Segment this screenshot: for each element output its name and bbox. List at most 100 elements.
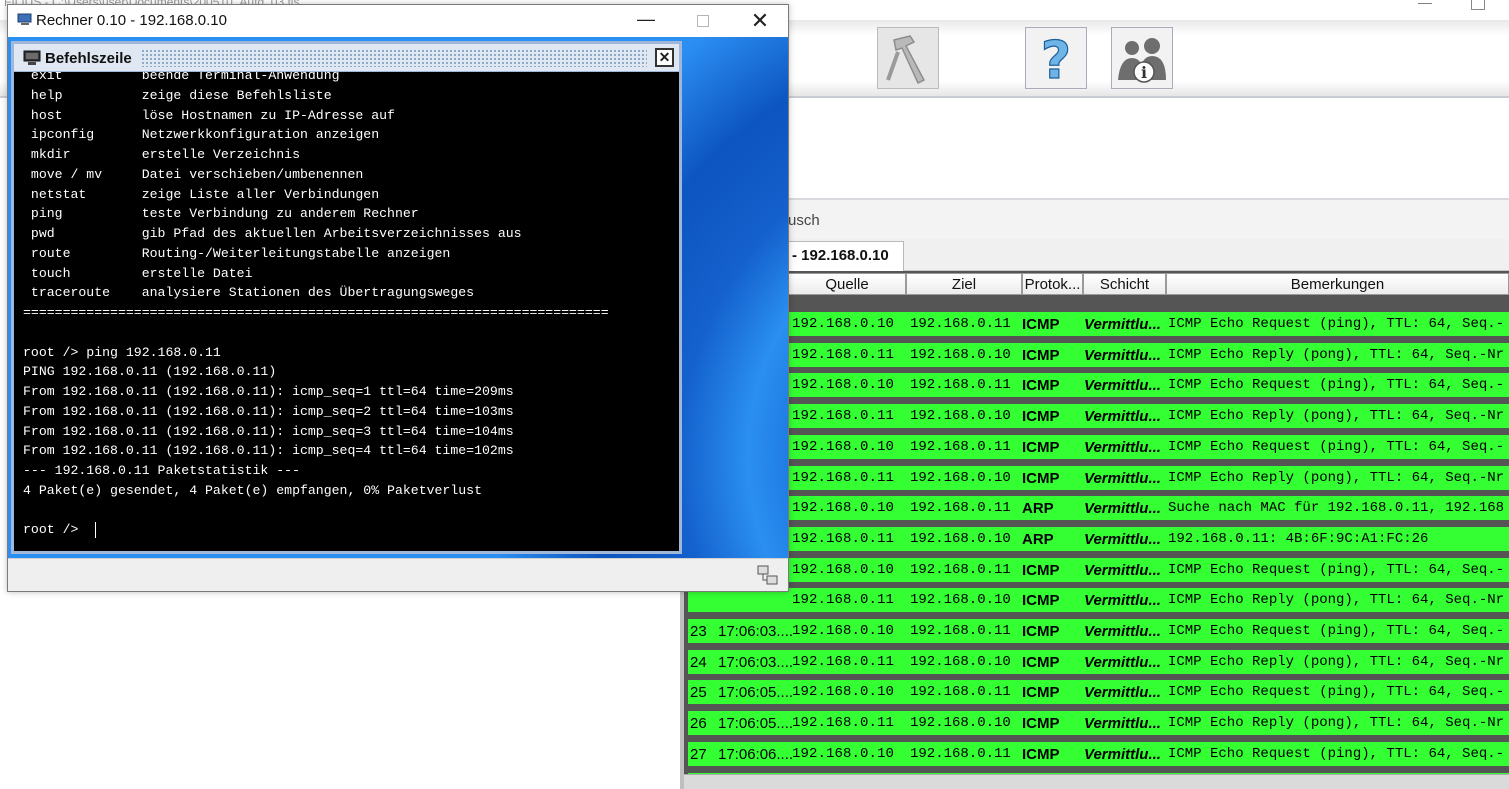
row-source: 192.168.0.11 bbox=[792, 346, 895, 363]
table-row[interactable]: 192.168.0.10 192.168.0.11 ICMP Vermittlu...… bbox=[688, 312, 1509, 336]
column-header-source[interactable]: Quelle bbox=[788, 273, 906, 295]
row-protocol: ICMP bbox=[1022, 438, 1060, 456]
row-destination: 192.168.0.11 bbox=[910, 561, 1011, 578]
table-scrollbar[interactable] bbox=[684, 774, 1509, 789]
row-number: 24 bbox=[690, 653, 707, 671]
row-layer: Vermittlu... bbox=[1084, 715, 1161, 733]
info-icon[interactable]: i bbox=[1111, 27, 1173, 89]
row-protocol: ICMP bbox=[1022, 653, 1060, 671]
prompt-text: root /> bbox=[23, 522, 87, 537]
row-source: 192.168.0.11 bbox=[792, 530, 895, 547]
column-header-destination[interactable]: Ziel bbox=[906, 273, 1022, 295]
table-row[interactable]: 192.168.0.10 192.168.0.11 ARP Vermittlu... S… bbox=[688, 496, 1509, 521]
row-source: 192.168.0.11 bbox=[792, 653, 895, 670]
tab-192-168-0-10[interactable]: - 192.168.0.10 bbox=[788, 241, 904, 271]
terminal-prompt[interactable]: root /> bbox=[23, 522, 86, 538]
row-source: 192.168.0.10 bbox=[792, 438, 895, 455]
row-destination: 192.168.0.11 bbox=[910, 316, 1011, 332]
terminal-line: ========================================… bbox=[23, 305, 609, 320]
table-row[interactable]: 192.168.0.11 192.168.0.10 ICMP Vermittlu...… bbox=[688, 588, 1509, 613]
terminal-line: ping teste Verbindung zu anderem Rechner bbox=[23, 206, 419, 222]
terminal-line: netstat zeige Liste aller Verbindungen bbox=[23, 186, 380, 202]
row-layer: Vermittlu... bbox=[1084, 346, 1161, 364]
row-remark: ICMP Echo Reply (pong), TTL: 64, Seq.-Nr bbox=[1168, 592, 1505, 609]
table-row[interactable]: 26 17:06:05.... 192.168.0.11 192.168.0.10 IC… bbox=[688, 711, 1509, 736]
row-protocol: ARP bbox=[1022, 530, 1054, 548]
column-header-remarks[interactable]: Bemerkungen bbox=[1166, 273, 1509, 295]
row-protocol: ICMP bbox=[1022, 561, 1060, 579]
svg-text:i: i bbox=[1141, 63, 1147, 82]
terminal-line: pwd gib Pfad des aktuellen Arbeitsverzei… bbox=[23, 226, 522, 241]
row-number: 23 bbox=[690, 623, 707, 640]
row-remark: ICMP Echo Reply (pong), TTL: 64, Seq.-Nr bbox=[1168, 715, 1505, 732]
row-layer: Vermittlu... bbox=[1084, 500, 1161, 518]
table-row[interactable]: 192.168.0.11 192.168.0.10 ICMP Vermittlu...… bbox=[688, 342, 1509, 367]
hammer-icon[interactable] bbox=[877, 27, 939, 89]
terminal-line: traceroute analysiere Stationen des Über… bbox=[23, 285, 475, 301]
table-row[interactable]: 192.168.0.10 192.168.0.11 ICMP Vermittlu...… bbox=[688, 434, 1509, 459]
row-layer: Vermittlu... bbox=[1084, 316, 1161, 333]
row-remark: ICMP Echo Reply (pong), TTL: 64, Seq.-Nr bbox=[1168, 653, 1505, 670]
window-title: Rechner 0.10 - 192.168.0.10 bbox=[36, 12, 227, 29]
row-protocol: ICMP bbox=[1022, 377, 1060, 395]
row-remark: ICMP Echo Request (ping), TTL: 64, Seq.- bbox=[1168, 745, 1505, 762]
table-row[interactable]: 192.168.0.11 192.168.0.10 ARP Vermittlu... 1… bbox=[688, 526, 1509, 551]
row-layer: Vermittlu... bbox=[1084, 438, 1161, 456]
table-row[interactable]: 27 17:06:06.... 192.168.0.10 192.168.0.11 IC… bbox=[688, 741, 1509, 766]
row-number: 25 bbox=[690, 684, 707, 702]
row-source: 192.168.0.10 bbox=[792, 316, 895, 332]
app-restore-button[interactable] bbox=[1471, 0, 1485, 10]
row-remark: ICMP Echo Reply (pong), TTL: 64, Seq.-Nr bbox=[1168, 408, 1505, 425]
computer-app-icon bbox=[17, 13, 32, 25]
network-icon[interactable] bbox=[757, 565, 779, 587]
help-icon[interactable]: ? bbox=[1025, 27, 1087, 89]
table-row[interactable]: 192.168.0.10 192.168.0.11 ICMP Vermittlu...… bbox=[688, 373, 1509, 398]
row-remark: ICMP Echo Reply (pong), TTL: 64, Seq.-Nr bbox=[1168, 346, 1505, 363]
row-remark: ICMP Echo Request (ping), TTL: 64, Seq.- bbox=[1168, 377, 1505, 394]
row-layer: Vermittlu... bbox=[1084, 653, 1161, 671]
row-layer: Vermittlu... bbox=[1084, 530, 1161, 548]
row-protocol: ICMP bbox=[1022, 592, 1060, 610]
row-destination: 192.168.0.11 bbox=[910, 438, 1011, 455]
terminal-line: 4 Paket(e) gesendet, 4 Paket(e) empfange… bbox=[23, 482, 482, 498]
terminal-close-icon[interactable]: ✕ bbox=[655, 48, 674, 67]
row-remark: 192.168.0.11: 4B:6F:9C:A1:FC:26 bbox=[1168, 530, 1429, 547]
row-time: 17:06:03.... bbox=[718, 623, 794, 640]
terminal-icon bbox=[23, 50, 41, 65]
row-source: 192.168.0.10 bbox=[792, 561, 895, 578]
table-row[interactable]: 192.168.0.11 192.168.0.10 ICMP Vermittlu...… bbox=[688, 465, 1509, 490]
terminal-line: exit beende Terminal-Anwendung bbox=[23, 72, 340, 83]
terminal-line: From 192.168.0.11 (192.168.0.11): icmp_s… bbox=[23, 403, 514, 419]
terminal-title-bar[interactable]: Befehlszeile ✕ bbox=[14, 44, 679, 72]
terminal-line: From 192.168.0.11 (192.168.0.11): icmp_s… bbox=[23, 443, 514, 459]
row-source: 192.168.0.11 bbox=[792, 592, 895, 609]
maximize-icon[interactable] bbox=[697, 15, 709, 27]
terminal-title: Befehlszeile bbox=[45, 50, 132, 67]
row-layer: Vermittlu... bbox=[1084, 469, 1161, 487]
svg-text:?: ? bbox=[1041, 31, 1071, 86]
computer-window: Rechner 0.10 - 192.168.0.10 — ✕ Befehlsz… bbox=[7, 4, 789, 592]
close-icon[interactable]: ✕ bbox=[746, 7, 774, 35]
row-destination: 192.168.0.10 bbox=[910, 592, 1011, 609]
table-row[interactable]: 25 17:06:05.... 192.168.0.10 192.168.0.11 IC… bbox=[688, 680, 1509, 705]
row-destination: 192.168.0.11 bbox=[910, 500, 1011, 517]
terminal-output[interactable]: exit beende Terminal-Anwendung help zeig… bbox=[14, 72, 679, 551]
row-destination: 192.168.0.11 bbox=[910, 377, 1011, 394]
row-destination: 192.168.0.10 bbox=[910, 346, 1011, 363]
row-source: 192.168.0.11 bbox=[792, 715, 895, 732]
row-protocol: ICMP bbox=[1022, 623, 1060, 640]
window-title-bar[interactable]: Rechner 0.10 - 192.168.0.10 — ✕ bbox=[8, 5, 788, 37]
row-source: 192.168.0.11 bbox=[792, 408, 895, 425]
table-row[interactable]: 192.168.0.11 192.168.0.10 ICMP Vermittlu...… bbox=[688, 404, 1509, 429]
column-header-layer[interactable]: Schicht bbox=[1083, 273, 1166, 295]
table-row[interactable]: 192.168.0.10 192.168.0.11 ICMP Vermittlu...… bbox=[688, 557, 1509, 582]
column-header-protocol[interactable]: Protok... bbox=[1022, 273, 1083, 295]
row-layer: Vermittlu... bbox=[1084, 684, 1161, 702]
app-minimize-button[interactable]: — bbox=[1415, 0, 1435, 10]
row-source: 192.168.0.10 bbox=[792, 623, 895, 639]
terminal-line: From 192.168.0.11 (192.168.0.11): icmp_s… bbox=[23, 384, 514, 399]
terminal-drag-grip[interactable] bbox=[141, 49, 647, 67]
minimize-icon[interactable]: — bbox=[636, 9, 656, 33]
table-row[interactable]: 23 17:06:03.... 192.168.0.10 192.168.0.11 IC… bbox=[688, 619, 1509, 643]
table-row[interactable]: 24 17:06:03.... 192.168.0.11 192.168.0.10 IC… bbox=[688, 649, 1509, 674]
